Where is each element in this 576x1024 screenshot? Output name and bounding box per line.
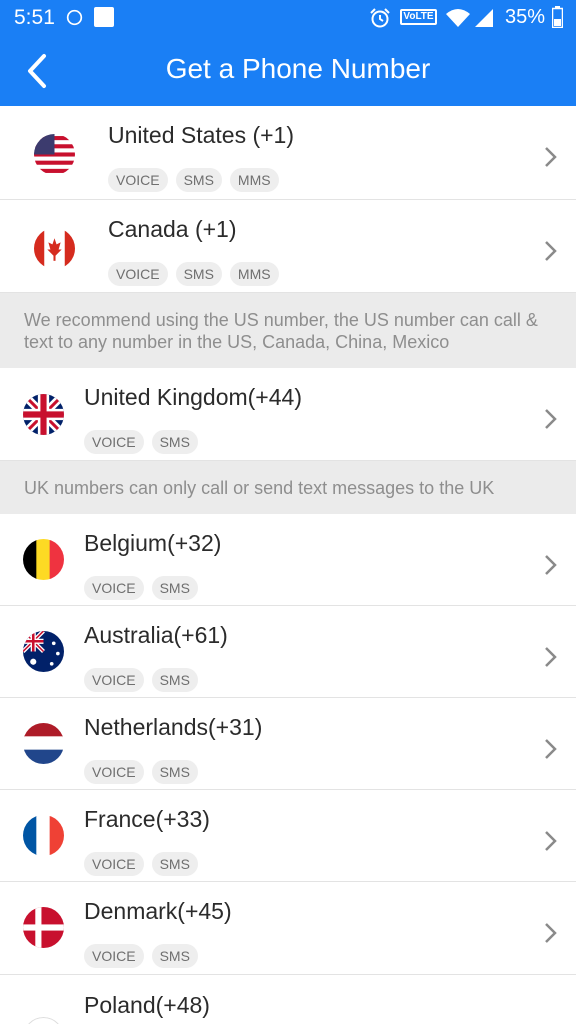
- country-name: United Kingdom(+44): [84, 384, 302, 410]
- capability-tags: VOICE SMS: [84, 668, 198, 692]
- page-title: Get a Phone Number: [165, 53, 431, 84]
- tag-mms: MMS: [229, 262, 279, 286]
- belgium-flag-icon: [23, 539, 64, 580]
- country-name: United States (+1): [108, 122, 295, 148]
- tag-sms: SMS: [151, 760, 198, 784]
- do-not-disturb-icon: [66, 9, 83, 26]
- chevron-right-icon: [545, 831, 557, 851]
- tag-sms: SMS: [151, 852, 198, 876]
- chevron-right-icon: [545, 923, 557, 943]
- tag-voice: VOICE: [84, 430, 144, 454]
- signal-icon: [475, 9, 493, 27]
- capability-tags: VOICE SMS: [84, 430, 198, 454]
- chevron-right-icon: [545, 647, 557, 667]
- capability-tags: VOICE SMS: [84, 760, 198, 784]
- us-flag-icon: [34, 134, 75, 175]
- country-name: Australia(+61): [84, 622, 228, 648]
- tag-voice: VOICE: [84, 576, 144, 600]
- tag-voice: VOICE: [84, 760, 144, 784]
- netherlands-flag-icon: [23, 723, 64, 764]
- tag-mms: MMS: [229, 168, 279, 192]
- france-flag-icon: [23, 815, 64, 856]
- capability-tags: VOICE SMS: [84, 852, 198, 876]
- us-recommendation-note: We recommend using the US number, the US…: [0, 293, 576, 368]
- chevron-right-icon: [545, 409, 557, 429]
- country-name: Canada (+1): [108, 216, 237, 242]
- country-row-france[interactable]: France(+33) VOICE SMS: [0, 790, 576, 882]
- canada-flag-icon: [34, 228, 75, 269]
- capability-tags: VOICE SMS: [84, 576, 198, 600]
- tag-sms: SMS: [151, 430, 198, 454]
- country-name: France(+33): [84, 806, 210, 832]
- tag-voice: VOICE: [84, 668, 144, 692]
- uk-restriction-note: UK numbers can only call or send text me…: [0, 461, 576, 514]
- country-row-poland[interactable]: Poland(+48): [0, 975, 576, 1024]
- tag-sms: SMS: [151, 576, 198, 600]
- alarm-icon: [370, 8, 390, 28]
- status-bar: 5:51 VoLTE 35%: [0, 0, 576, 34]
- country-row-australia[interactable]: Australia(+61) VOICE SMS: [0, 606, 576, 698]
- chevron-right-icon: [545, 147, 557, 167]
- chevron-right-icon: [545, 241, 557, 261]
- country-row-united-states[interactable]: United States (+1) VOICE SMS MMS: [0, 106, 576, 200]
- tag-voice: VOICE: [108, 168, 168, 192]
- country-row-canada[interactable]: Canada (+1) VOICE SMS MMS: [0, 200, 576, 293]
- tag-sms: SMS: [151, 668, 198, 692]
- tag-sms: SMS: [175, 168, 222, 192]
- tag-voice: VOICE: [84, 852, 144, 876]
- tag-voice: VOICE: [84, 944, 144, 968]
- capability-tags: VOICE SMS MMS: [108, 168, 279, 192]
- uk-flag-icon: [23, 394, 64, 435]
- battery-icon: [552, 6, 563, 28]
- country-name: Belgium(+32): [84, 530, 222, 556]
- country-row-netherlands[interactable]: Netherlands(+31) VOICE SMS: [0, 698, 576, 790]
- wifi-icon: [446, 9, 470, 27]
- volte-badge: VoLTE: [400, 9, 437, 25]
- capability-tags: VOICE SMS MMS: [108, 262, 279, 286]
- tag-sms: SMS: [151, 944, 198, 968]
- notification-icon: [94, 7, 114, 27]
- chevron-right-icon: [545, 555, 557, 575]
- country-row-denmark[interactable]: Denmark(+45) VOICE SMS: [0, 882, 576, 975]
- chevron-right-icon: [545, 739, 557, 759]
- australia-flag-icon: [23, 631, 64, 672]
- country-name: Netherlands(+31): [84, 714, 263, 740]
- tag-voice: VOICE: [108, 262, 168, 286]
- country-name: Poland(+48): [84, 992, 210, 1018]
- status-time: 5:51: [14, 6, 55, 29]
- country-row-belgium[interactable]: Belgium(+32) VOICE SMS: [0, 514, 576, 606]
- country-row-united-kingdom[interactable]: United Kingdom(+44) VOICE SMS: [0, 368, 576, 461]
- poland-flag-icon: [23, 1017, 64, 1024]
- tag-sms: SMS: [175, 262, 222, 286]
- battery-percent: 35%: [505, 6, 546, 28]
- capability-tags: VOICE SMS: [84, 944, 198, 968]
- app-bar: 5:51 VoLTE 35% Get a Phone Number: [0, 0, 576, 106]
- denmark-flag-icon: [23, 907, 64, 948]
- country-name: Denmark(+45): [84, 898, 232, 924]
